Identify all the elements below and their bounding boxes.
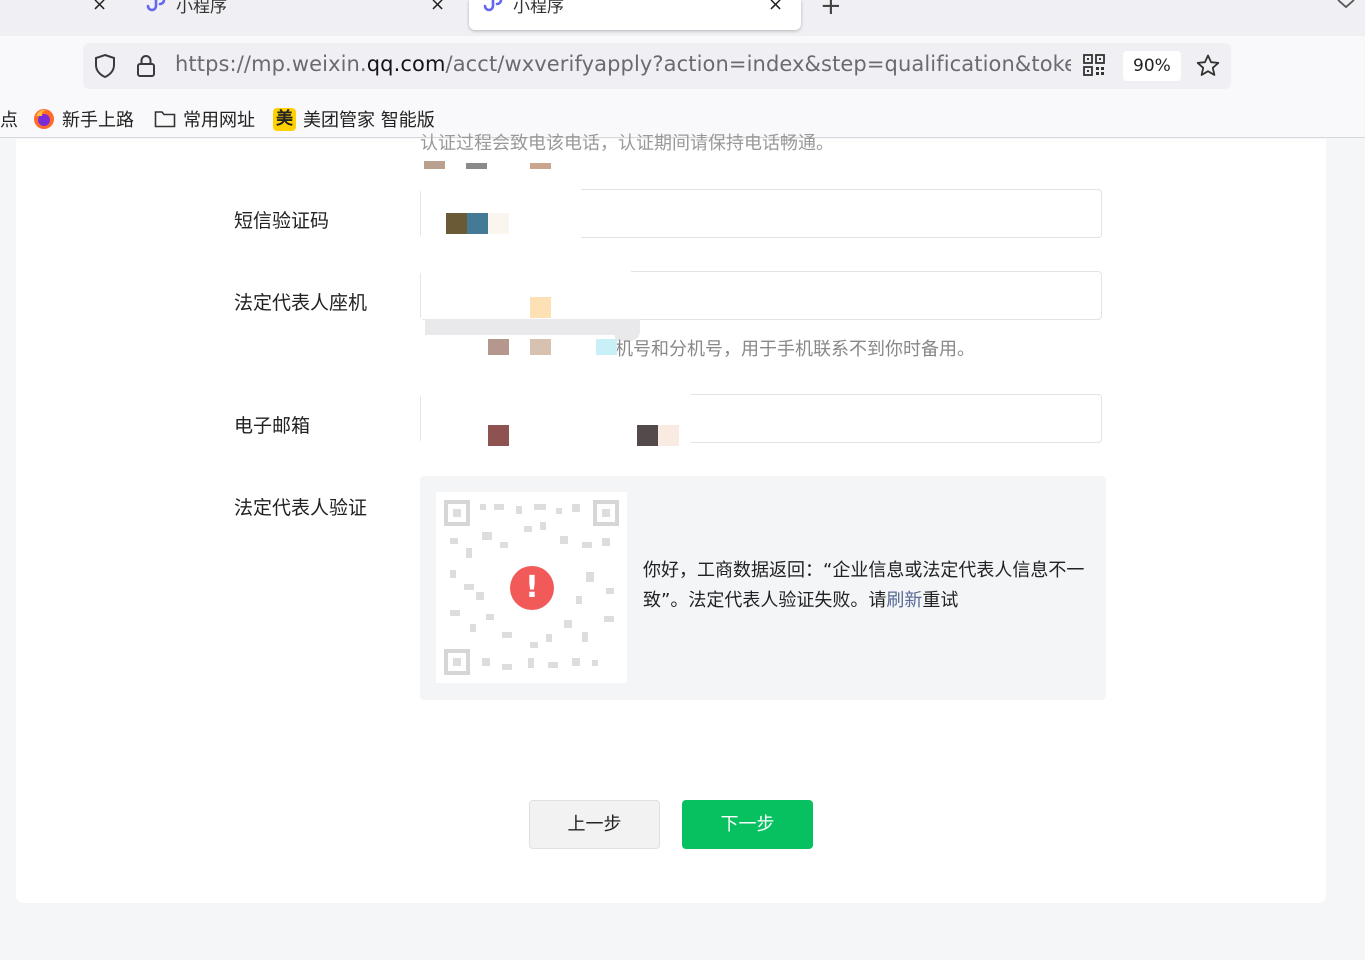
bookmark-item-truncated[interactable]: 点	[0, 106, 18, 132]
redaction-block	[488, 425, 509, 446]
redaction-block	[467, 213, 488, 234]
bookmark-label: 常用网址	[183, 110, 255, 131]
close-tab-icon[interactable]: ×	[768, 0, 783, 15]
legal-rep-verify-label: 法定代表人验证	[234, 497, 368, 519]
previous-step-button[interactable]: 上一步	[529, 800, 660, 849]
bookmark-label: 新手上路	[62, 110, 134, 131]
miniprogram-icon	[483, 0, 503, 12]
url-bar[interactable]: https://mp.weixin.qq.com/acct/wxverifyap…	[83, 43, 1231, 89]
tab-title: 小程序	[176, 0, 227, 17]
zoom-level-badge[interactable]: 90%	[1123, 51, 1181, 81]
tab-miniprogram-2[interactable]: 小程序 ×	[469, 0, 801, 30]
lock-icon[interactable]	[135, 53, 157, 79]
verification-form-card: 认证过程会致电该电话，认证期间请保持电话畅通。 短信验证码 法定代表人座机 机号…	[16, 133, 1326, 903]
bookmark-item-getting-started[interactable]: 新手上路	[33, 106, 134, 132]
verification-status-panel: ! 你好，工商数据返回：“企业信息或法定代表人信息不一致”。法定代表人验证失败。…	[420, 476, 1106, 700]
next-step-button[interactable]: 下一步	[682, 800, 813, 849]
phone-call-hint: 认证过程会致电该电话，认证期间请保持电话畅通。	[420, 133, 834, 154]
bookmark-label: 美团管家 智能版	[303, 110, 435, 131]
miniprogram-icon	[146, 0, 166, 12]
redaction-block	[530, 163, 551, 169]
redaction-block	[488, 213, 509, 234]
tab-title: 小程序	[513, 0, 564, 17]
meituan-icon: 美	[273, 107, 296, 131]
shield-icon[interactable]	[93, 53, 117, 79]
tab-strip: × 小程序 × 小程序 × +	[0, 0, 1365, 36]
firefox-icon	[34, 109, 54, 129]
redaction-block	[466, 163, 487, 169]
refresh-link[interactable]: 刷新	[886, 590, 922, 611]
bookmark-item-meituan[interactable]: 美 美团管家 智能版	[273, 106, 435, 132]
close-tab-icon[interactable]: ×	[430, 0, 445, 15]
nav-bar: https://mp.weixin.qq.com/acct/wxverifyap…	[0, 36, 1365, 98]
redaction-block	[637, 425, 658, 446]
folder-icon	[154, 111, 176, 128]
bookmark-folder-common-sites[interactable]: 常用网址	[154, 106, 255, 132]
redaction-block	[530, 339, 551, 355]
redaction-block	[488, 339, 509, 355]
verification-qr-code[interactable]: !	[436, 492, 627, 683]
redaction-block	[424, 161, 445, 169]
redaction-mask	[420, 335, 615, 355]
redaction-block	[446, 213, 467, 234]
redaction-block	[596, 339, 617, 355]
url-text[interactable]: https://mp.weixin.qq.com/acct/wxverifyap…	[175, 52, 1071, 76]
error-alert-icon: !	[510, 566, 554, 610]
qr-code-icon[interactable]	[1083, 54, 1105, 76]
email-label: 电子邮箱	[234, 415, 311, 437]
landline-hint: 机号和分机号，用于手机联系不到你时备用。	[615, 339, 975, 360]
redaction-block	[658, 425, 679, 446]
bookmark-star-icon[interactable]	[1195, 53, 1221, 79]
bookmark-label: 点	[0, 110, 18, 131]
verification-failed-message: 你好，工商数据返回：“企业信息或法定代表人信息不一致”。法定代表人验证失败。请刷…	[643, 560, 1085, 611]
chevron-down-icon[interactable]	[1336, 0, 1356, 10]
redaction-block	[530, 297, 551, 318]
tab-miniprogram-1[interactable]: 小程序 ×	[132, 0, 462, 30]
landline-label: 法定代表人座机	[234, 292, 368, 314]
new-tab-button[interactable]: +	[820, 0, 842, 21]
redaction-mask	[421, 267, 631, 319]
close-tab-icon[interactable]: ×	[92, 0, 107, 15]
sms-code-label: 短信验证码	[234, 210, 330, 232]
